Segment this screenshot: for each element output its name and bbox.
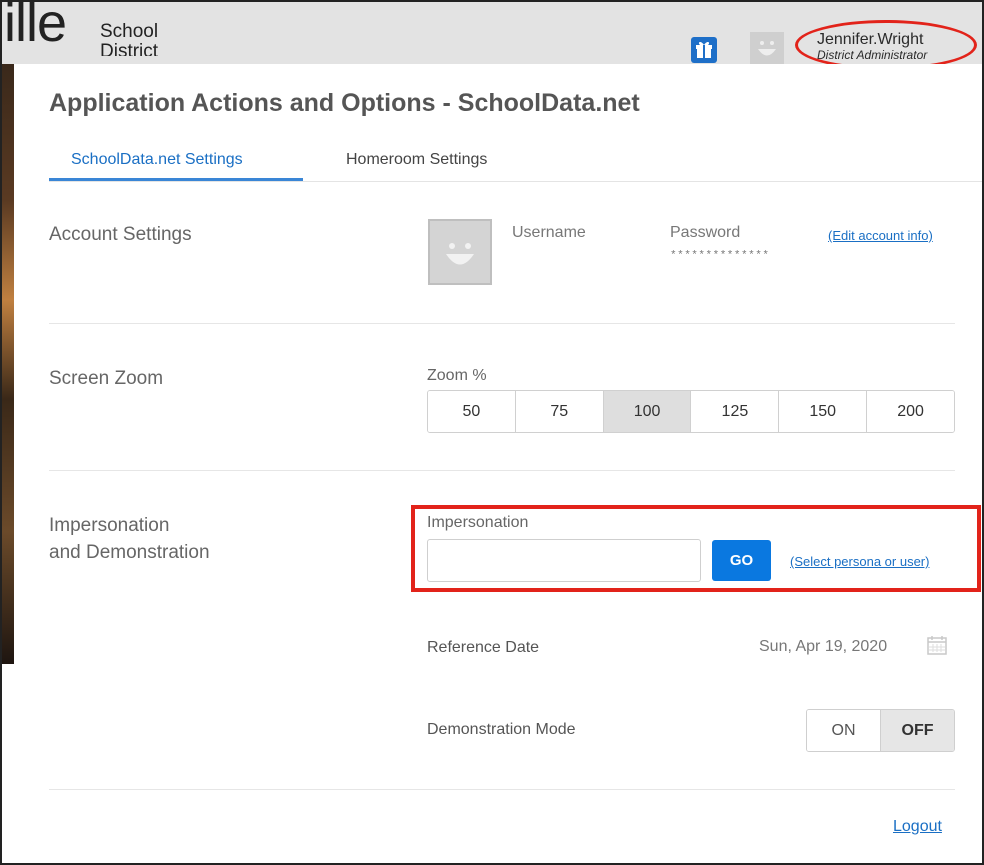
zoom-selector: 50 75 100 125 150 200 [427, 390, 955, 433]
edit-account-info-link[interactable]: (Edit account info) [828, 228, 933, 243]
logo-district-label: District [100, 42, 159, 56]
app-header: ille School District Jennifer.Wright Dis… [2, 0, 982, 70]
tab-schooldata-settings[interactable]: SchoolData.net Settings [71, 151, 243, 169]
user-avatar[interactable] [750, 32, 784, 64]
calendar-icon[interactable] [926, 634, 948, 656]
account-avatar [428, 219, 492, 285]
screen-zoom-label: Screen Zoom [49, 368, 164, 389]
annotation-rectangle [411, 505, 981, 592]
zoom-option-100[interactable]: 100 [603, 391, 692, 432]
zoom-percent-label: Zoom % [427, 367, 487, 384]
demo-mode-off-option[interactable]: OFF [881, 710, 954, 751]
zoom-option-200[interactable]: 200 [867, 391, 954, 432]
district-logo-text: ille [4, 0, 67, 53]
annotation-ellipse [795, 20, 977, 70]
tab-homeroom-settings[interactable]: Homeroom Settings [346, 151, 487, 169]
password-label: Password [670, 224, 741, 241]
demo-mode-on-option[interactable]: ON [807, 710, 881, 751]
demonstration-mode-label: Demonstration Mode [427, 721, 576, 738]
zoom-option-75[interactable]: 75 [515, 391, 604, 432]
password-mask: ************** [670, 250, 770, 262]
dialog-title: Application Actions and Options - School… [49, 89, 640, 117]
settings-dialog: Application Actions and Options - School… [14, 64, 982, 863]
tabs-divider [49, 181, 982, 182]
section-divider [49, 470, 955, 471]
zoom-option-150[interactable]: 150 [779, 391, 868, 432]
account-settings-label: Account Settings [49, 224, 192, 245]
zoom-option-125[interactable]: 125 [691, 391, 780, 432]
username-label: Username [512, 224, 586, 241]
gift-icon[interactable] [691, 37, 717, 63]
logo-school-label: School [100, 21, 159, 42]
zoom-option-50[interactable]: 50 [428, 391, 516, 432]
demonstration-section-label: and Demonstration [49, 542, 210, 563]
reference-date-label: Reference Date [427, 639, 540, 656]
background-app-strip [2, 2, 14, 664]
logout-link[interactable]: Logout [893, 818, 942, 836]
impersonation-section-label: Impersonation [49, 515, 170, 536]
reference-date-value[interactable]: Sun, Apr 19, 2020 [759, 638, 887, 656]
section-divider [49, 789, 955, 790]
section-divider [49, 323, 955, 324]
demonstration-mode-toggle: ON OFF [806, 709, 955, 752]
